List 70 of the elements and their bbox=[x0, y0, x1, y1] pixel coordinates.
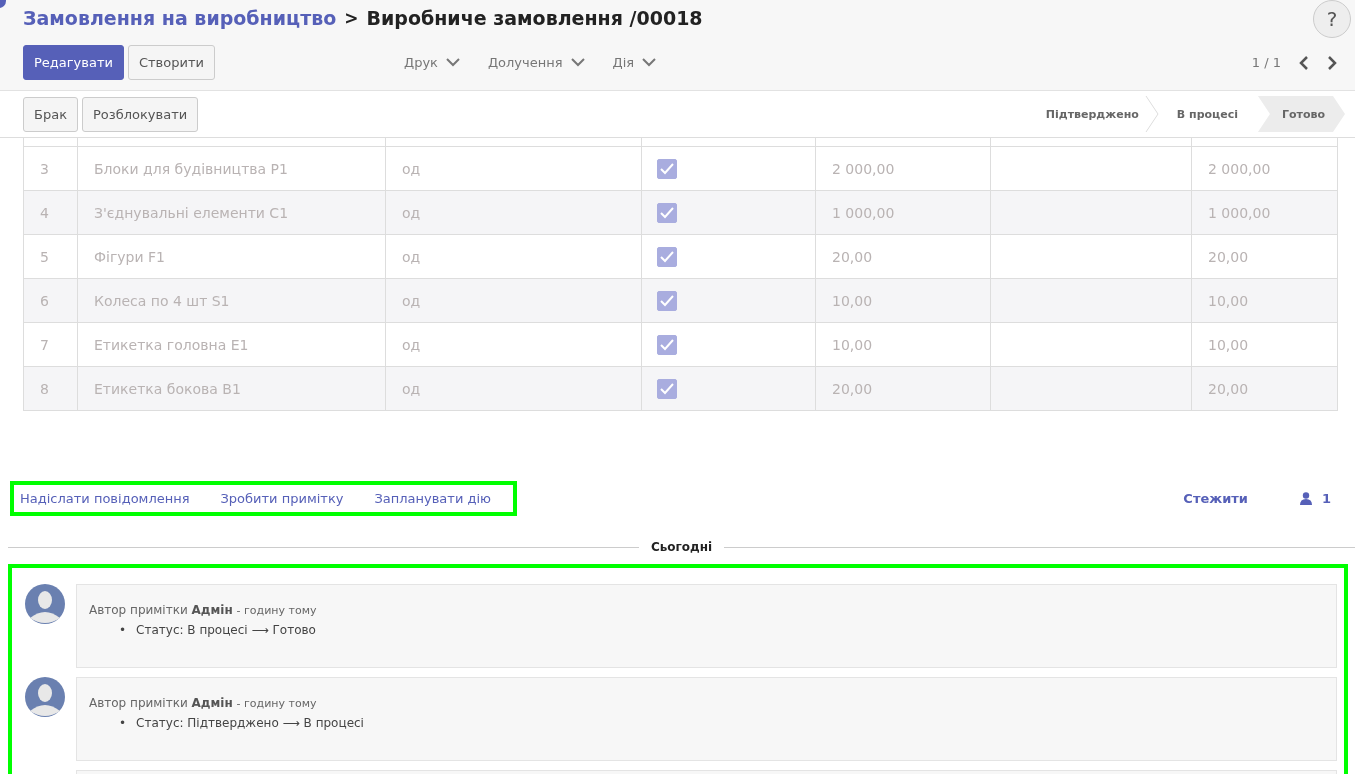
quantity-cell: 1 000,00 bbox=[816, 191, 991, 234]
row-number: 6 bbox=[24, 279, 78, 322]
chatter-link[interactable]: Запланувати дію bbox=[374, 491, 492, 506]
quantity-cell: 10,00 bbox=[816, 279, 991, 322]
dropdown-menu[interactable]: Друк bbox=[403, 55, 460, 70]
row-number: 8 bbox=[24, 367, 78, 410]
action-button[interactable]: Брак bbox=[23, 96, 78, 132]
dropdown-menu[interactable]: Долучення bbox=[487, 55, 585, 70]
checkbox[interactable] bbox=[657, 290, 677, 311]
quantity-cell: 10,00 bbox=[816, 323, 991, 366]
dropdown-menu[interactable]: Дія bbox=[612, 55, 657, 70]
previous-button[interactable] bbox=[1299, 55, 1309, 70]
step-chevron-icon bbox=[1144, 96, 1159, 132]
product-cell: Фігури F1 bbox=[78, 235, 386, 278]
bullet-marker: • bbox=[119, 623, 127, 637]
chatter-link[interactable]: Надіслати повідомлення bbox=[20, 491, 190, 506]
quantity-cell: 2 000,00 bbox=[816, 147, 991, 190]
person-icon bbox=[1299, 492, 1312, 505]
checkbox[interactable] bbox=[657, 158, 677, 179]
edit-button[interactable]: Редагувати bbox=[23, 45, 124, 80]
caret-icon bbox=[570, 58, 585, 67]
total-cell-text: 10,00 bbox=[1207, 291, 1250, 311]
total-cell-text: 20,00 bbox=[1207, 379, 1250, 399]
unit-cell: од bbox=[386, 235, 642, 278]
checkbox[interactable] bbox=[657, 334, 677, 355]
checkbox[interactable] bbox=[657, 378, 677, 399]
checkbox[interactable] bbox=[657, 202, 677, 223]
row-number: 5 bbox=[24, 235, 78, 278]
create-button[interactable]: Створити bbox=[127, 45, 215, 80]
message-meta: Автор примітки Адмін - годину тому bbox=[89, 603, 318, 617]
product-cell: Етикетка бокова В1 bbox=[78, 367, 386, 410]
product-cell: З'єднувальні елементи С1 bbox=[78, 191, 386, 234]
message-meta: Автор примітки Адмін - годину тому bbox=[89, 696, 318, 710]
avatar-icon bbox=[24, 584, 66, 624]
caret-icon bbox=[642, 58, 657, 67]
action-button[interactable]: Розблокувати bbox=[82, 96, 199, 132]
unit-cell: од bbox=[386, 323, 642, 366]
unit-cell: од bbox=[386, 191, 642, 234]
row-number: 4 bbox=[24, 191, 78, 234]
breadcrumb-separator: > bbox=[344, 8, 359, 28]
product-cell: Етикетка головна Е1 bbox=[78, 323, 386, 366]
avatar-icon bbox=[24, 677, 66, 717]
status-change: Статус: Підтверджено ⟶ В процесі bbox=[136, 716, 364, 730]
unit-cell: од bbox=[386, 279, 642, 322]
row-number: 3 bbox=[24, 147, 78, 190]
next-button[interactable] bbox=[1327, 55, 1337, 70]
total-cell-text: 10,00 bbox=[1207, 335, 1250, 355]
total-cell-text: 1 000,00 bbox=[1207, 203, 1272, 223]
follow-link[interactable]: Стежити bbox=[1183, 491, 1248, 506]
record-title: Виробниче замовлення /00018 bbox=[366, 7, 703, 29]
bullet-marker: • bbox=[119, 716, 127, 730]
product-cell: Колеса по 4 шт S1 bbox=[78, 279, 386, 322]
pager-counter: 1 / 1 bbox=[1251, 55, 1281, 70]
status-change: Статус: В процесі ⟶ Готово bbox=[136, 623, 316, 637]
checkbox[interactable] bbox=[657, 246, 677, 267]
date-separator: Сьогодні bbox=[649, 540, 714, 554]
caret-icon bbox=[445, 58, 460, 67]
quantity-cell: 20,00 bbox=[816, 235, 991, 278]
chatter-link[interactable]: Зробити примітку bbox=[220, 491, 344, 506]
quantity-cell: 20,00 bbox=[816, 367, 991, 410]
product-cell: Блоки для будівництва P1 bbox=[78, 147, 386, 190]
total-cell-text: 20,00 bbox=[1207, 247, 1250, 267]
help-button[interactable]: ? bbox=[1313, 0, 1351, 38]
unit-cell: од bbox=[386, 367, 642, 410]
unit-cell: од bbox=[386, 147, 642, 190]
status-step[interactable]: Готово bbox=[1257, 96, 1345, 132]
followers-button[interactable]: 1 bbox=[1299, 491, 1331, 506]
breadcrumb-link[interactable]: Замовлення на виробництво bbox=[23, 7, 337, 29]
row-number: 7 bbox=[24, 323, 78, 366]
total-cell-text: 2 000,00 bbox=[1207, 159, 1272, 179]
